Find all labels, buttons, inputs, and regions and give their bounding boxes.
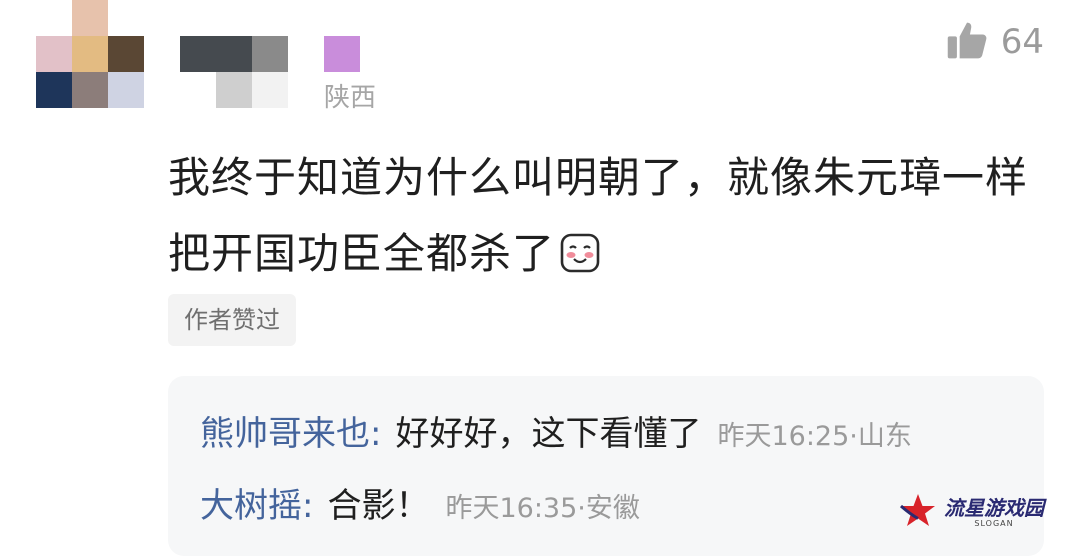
author-liked-badge: 作者赞过 [168, 294, 296, 346]
reply-username[interactable]: 大树摇 [200, 478, 302, 527]
reply-item[interactable]: 熊帅哥来也: 好好好，这下看懂了 昨天16:25·山东 [200, 406, 912, 455]
reply-text: 好好好，这下看懂了 [395, 414, 702, 454]
avatar-pixel [72, 0, 108, 36]
reply-text: 合影！ [327, 486, 430, 526]
avatar-pixel [72, 72, 108, 108]
watermark-slogan: SLOGAN [974, 519, 1014, 528]
mosaic-pixel [252, 72, 288, 108]
mosaic-pixel [216, 72, 252, 108]
avatar-pixel [108, 72, 144, 108]
reply-item[interactable]: 大树摇: 合影！ 昨天16:35·安徽 [200, 478, 640, 527]
watermark-logo: 流星游戏园 SLOGAN [898, 492, 1044, 534]
mosaic-pixel [324, 36, 360, 72]
avatar-pixel [36, 72, 72, 108]
comment-location: 陕西 [322, 80, 377, 116]
mosaic-pixel [252, 36, 288, 72]
avatar-pixel [108, 36, 144, 72]
thumbs-up-icon [945, 18, 989, 66]
like-button[interactable]: 64 [945, 18, 1044, 66]
like-count: 64 [1000, 22, 1044, 62]
reply-colon: : [370, 414, 382, 454]
mosaic-pixel [180, 36, 252, 72]
reply-colon: : [302, 486, 314, 526]
watermark-title: 流星游戏园 [944, 496, 1044, 520]
avatar-pixel [36, 36, 72, 72]
avatar-pixel [72, 36, 108, 72]
reply-username[interactable]: 熊帅哥来也 [200, 406, 370, 455]
comment-body: 我终于知道为什么叫明朝了，就像朱元璋一样把开国功臣全都杀了 [168, 140, 1048, 292]
blushing-smile-emoji-icon [559, 222, 601, 273]
star-logo-icon [898, 492, 938, 534]
avatar[interactable] [36, 0, 144, 108]
reply-meta: 昨天16:25·山东 [717, 421, 912, 452]
reply-meta: 昨天16:35·安徽 [445, 493, 640, 524]
